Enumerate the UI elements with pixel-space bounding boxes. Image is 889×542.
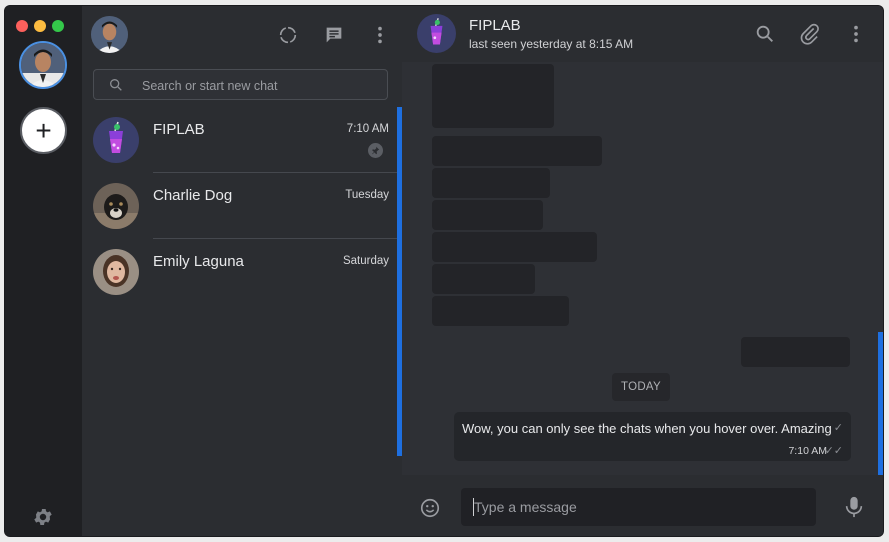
contact-avatar[interactable] — [417, 14, 456, 53]
double-check-icon: ✓✓ — [824, 445, 843, 457]
chat-item-emily-laguna[interactable]: Emily Laguna Saturday — [82, 239, 397, 305]
attach-icon[interactable] — [799, 23, 821, 45]
chat-avatar — [93, 249, 139, 295]
contact-name: FIPLAB — [469, 17, 521, 34]
emoji-icon[interactable] — [419, 497, 441, 519]
menu-icon[interactable] — [845, 23, 867, 45]
chat-time: Saturday — [342, 255, 389, 267]
chat-avatar — [93, 183, 139, 229]
status-icon[interactable] — [277, 24, 299, 46]
hidden-message — [432, 64, 554, 128]
chat-avatar — [93, 117, 139, 163]
minimize-window-button[interactable] — [34, 20, 46, 32]
add-label: + — [35, 114, 52, 146]
chat-list-panel: Search or start new chat FIPLAB 7:10 AM — [82, 6, 402, 536]
pin-icon — [368, 143, 383, 158]
hidden-message — [432, 232, 597, 262]
hidden-message — [432, 200, 543, 230]
date-divider: TODAY — [612, 373, 670, 401]
hover-indicator — [878, 332, 883, 475]
hidden-message — [741, 337, 850, 367]
hidden-message — [432, 296, 569, 326]
search-icon[interactable] — [754, 23, 776, 45]
date-divider-label: TODAY — [620, 381, 662, 393]
message-placeholder: Type a message — [474, 499, 577, 515]
close-window-button[interactable] — [16, 20, 28, 32]
message-input[interactable]: Type a message — [461, 488, 816, 526]
chat-list-header — [82, 6, 402, 64]
message-area[interactable]: TODAY Wow, you can only see the chats wh… — [402, 62, 883, 475]
chat-item-charlie-dog[interactable]: Charlie Dog Tuesday — [82, 173, 397, 239]
chat-name: FIPLAB — [153, 121, 205, 138]
profile-avatar[interactable] — [91, 16, 128, 53]
conversation-header[interactable]: FIPLAB last seen yesterday at 8:15 AM — [402, 6, 883, 62]
chat-name: Charlie Dog — [153, 187, 233, 204]
microphone-icon[interactable] — [843, 495, 865, 519]
menu-icon[interactable] — [369, 24, 391, 46]
last-seen-status: last seen yesterday at 8:15 AM — [469, 37, 634, 51]
chat-item-fiplab[interactable]: FIPLAB 7:10 AM — [82, 107, 397, 173]
conversation-panel: FIPLAB last seen yesterday at 8:15 AM TO… — [402, 6, 883, 536]
hidden-message — [432, 136, 602, 166]
message-composer: Type a message — [402, 475, 883, 536]
chat-time: 7:10 AM — [346, 123, 389, 135]
account-rail: + — [5, 6, 82, 536]
zoom-window-button[interactable] — [52, 20, 64, 32]
outgoing-message[interactable]: Wow, you can only see the chats when you… — [454, 412, 851, 461]
new-chat-icon[interactable] — [323, 24, 345, 46]
search-icon — [108, 77, 124, 93]
gear-icon[interactable] — [32, 506, 54, 528]
check-icon: ✓ — [833, 422, 843, 434]
message-time: 7:10 AM — [788, 445, 827, 457]
chat-name: Emily Laguna — [153, 253, 244, 270]
account-avatar[interactable] — [19, 41, 67, 89]
hidden-message — [432, 168, 550, 198]
search-input[interactable]: Search or start new chat — [93, 69, 388, 100]
app-window: + Search or start new chat FIPLAB 7:10 A… — [5, 6, 883, 536]
chat-time: Tuesday — [345, 189, 389, 201]
hidden-message — [432, 264, 535, 294]
add-account-button[interactable]: + — [20, 107, 67, 154]
message-text: Wow, you can only see the chats when you… — [462, 421, 832, 436]
search-placeholder: Search or start new chat — [142, 79, 278, 93]
